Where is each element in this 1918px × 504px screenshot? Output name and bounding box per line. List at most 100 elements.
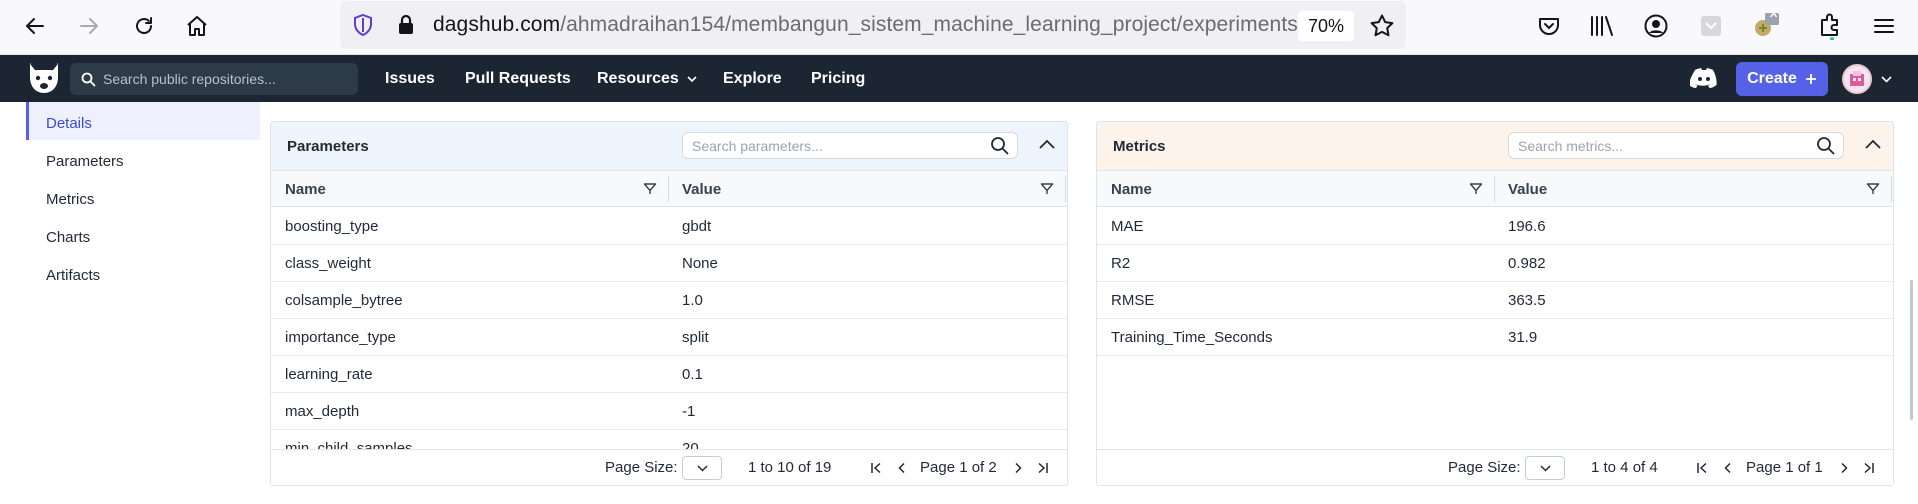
library-button[interactable] [1587, 11, 1617, 41]
column-separator[interactable] [1494, 176, 1495, 202]
last-page-icon[interactable] [1863, 462, 1875, 474]
page-indicator: Page 1 of 1 [1746, 459, 1823, 476]
reload-button[interactable] [128, 10, 160, 42]
translate-extension-button[interactable]: X [1750, 8, 1780, 41]
filter-icon[interactable] [1866, 182, 1880, 196]
filter-icon[interactable] [643, 182, 657, 196]
parameters-panel-header: Parameters Search parameters... [271, 122, 1067, 171]
filter-icon[interactable] [1469, 182, 1483, 196]
search-icon[interactable] [1816, 136, 1836, 156]
chevron-down-icon [687, 76, 697, 82]
param-value: 0.1 [682, 366, 703, 383]
param-name: learning_rate [285, 366, 373, 383]
sidebar-item-artifacts[interactable]: Artifacts [26, 254, 260, 291]
parameters-col-value[interactable]: Value [682, 181, 721, 198]
page-size-label: Page Size: [1448, 459, 1521, 476]
last-page-icon[interactable] [1037, 462, 1049, 474]
first-page-icon[interactable] [870, 462, 882, 474]
tracking-protection-shield-icon[interactable] [352, 13, 374, 37]
reload-icon [136, 17, 152, 34]
next-page-icon[interactable] [1012, 462, 1024, 474]
menu-button[interactable] [1869, 11, 1899, 41]
metric-value: 196.6 [1508, 218, 1546, 235]
metrics-col-value[interactable]: Value [1508, 181, 1547, 198]
metrics-col-name[interactable]: Name [1111, 181, 1152, 198]
table-row[interactable]: MAE 196.6 [1097, 208, 1893, 245]
page-size-select[interactable] [682, 456, 722, 480]
url-domain: dagshub.com [433, 13, 561, 36]
param-name: boosting_type [285, 218, 379, 235]
parameters-col-name[interactable]: Name [285, 181, 326, 198]
column-separator[interactable] [1065, 176, 1066, 202]
repo-search-placeholder: Search public repositories... [103, 71, 276, 87]
metric-value: 31.9 [1508, 329, 1538, 346]
first-page-icon[interactable] [1696, 462, 1708, 474]
page-scrollbar[interactable] [1910, 280, 1913, 420]
column-separator[interactable] [668, 176, 669, 202]
back-button[interactable] [19, 10, 51, 42]
bookmark-star-icon[interactable] [1369, 13, 1395, 39]
avatar-image-icon [1850, 71, 1864, 86]
forward-arrow-icon [80, 18, 98, 34]
discord-icon[interactable] [1690, 67, 1718, 89]
avatar-chevron-down-icon[interactable] [1881, 75, 1892, 83]
page-size-select[interactable] [1525, 456, 1565, 480]
zoom-level-badge[interactable]: 70% [1298, 11, 1354, 41]
nav-issues[interactable]: Issues [385, 70, 435, 88]
repo-search-input[interactable]: Search public repositories... [70, 63, 358, 95]
sidebar-item-details[interactable]: Details [26, 102, 260, 140]
chevron-down-icon [1540, 465, 1551, 472]
collapse-chevron-up-icon[interactable] [1863, 135, 1883, 155]
extension-badge: X [1770, 8, 1778, 20]
sidebar-item-charts[interactable]: Charts [26, 216, 260, 253]
forward-button[interactable] [73, 10, 105, 42]
nav-pull-requests[interactable]: Pull Requests [465, 70, 571, 88]
metrics-pagination: Page Size: 1 to 4 of 4 Page 1 of 1 [1097, 449, 1893, 485]
chevron-down-icon [697, 465, 708, 472]
account-button[interactable] [1641, 11, 1671, 41]
row-range-text: 1 to 10 of 19 [748, 459, 832, 476]
previous-page-icon[interactable] [896, 462, 908, 474]
column-separator[interactable] [1891, 176, 1892, 202]
metric-name: RMSE [1111, 292, 1155, 309]
next-page-icon[interactable] [1838, 462, 1850, 474]
table-row[interactable]: importance_type split [271, 319, 1067, 356]
metric-name: Training_Time_Seconds [1111, 329, 1273, 346]
table-row[interactable]: RMSE 363.5 [1097, 282, 1893, 319]
previous-page-icon[interactable] [1722, 462, 1734, 474]
home-button[interactable] [181, 10, 213, 42]
parameters-search-input[interactable]: Search parameters... [682, 132, 1018, 159]
nav-pricing[interactable]: Pricing [811, 70, 865, 88]
puzzle-piece-icon [1821, 13, 1838, 40]
param-name: class_weight [285, 255, 371, 272]
table-row[interactable]: class_weight None [271, 245, 1067, 282]
table-row[interactable]: boosting_type gbdt [271, 208, 1067, 245]
sidebar-item-parameters[interactable]: Parameters [26, 140, 260, 177]
param-name: max_depth [285, 403, 360, 420]
extensions-button[interactable] [1815, 11, 1845, 41]
dagshub-logo-icon[interactable] [24, 59, 64, 97]
table-row[interactable]: colsample_bytree 1.0 [271, 282, 1067, 319]
url-text[interactable]: dagshub.com/ahmadraihan154/membangun_sis… [433, 13, 1316, 37]
address-bar[interactable]: dagshub.com/ahmadraihan154/membangun_sis… [340, 1, 1406, 49]
user-avatar[interactable] [1842, 64, 1872, 94]
nav-explore[interactable]: Explore [723, 70, 782, 88]
nav-resources[interactable]: Resources [597, 70, 697, 88]
pocket-button[interactable] [1534, 11, 1564, 41]
page-size-label: Page Size: [605, 459, 678, 476]
extension-square-icon [1701, 16, 1721, 36]
lock-icon[interactable] [396, 13, 416, 37]
extension-button[interactable] [1696, 11, 1726, 41]
table-row[interactable]: learning_rate 0.1 [271, 356, 1067, 393]
browser-toolbar: dagshub.com/ahmadraihan154/membangun_sis… [0, 0, 1918, 55]
table-row[interactable]: Training_Time_Seconds 31.9 [1097, 319, 1893, 356]
table-row[interactable]: R2 0.982 [1097, 245, 1893, 282]
sidebar-item-metrics[interactable]: Metrics [26, 178, 260, 215]
create-button[interactable]: Create [1736, 62, 1828, 96]
table-row[interactable]: max_depth -1 [271, 393, 1067, 430]
collapse-chevron-up-icon[interactable] [1037, 135, 1057, 155]
search-icon[interactable] [990, 136, 1010, 156]
filter-icon[interactable] [1040, 182, 1054, 196]
metrics-search-input[interactable]: Search metrics... [1508, 132, 1844, 159]
param-value: None [682, 255, 718, 272]
